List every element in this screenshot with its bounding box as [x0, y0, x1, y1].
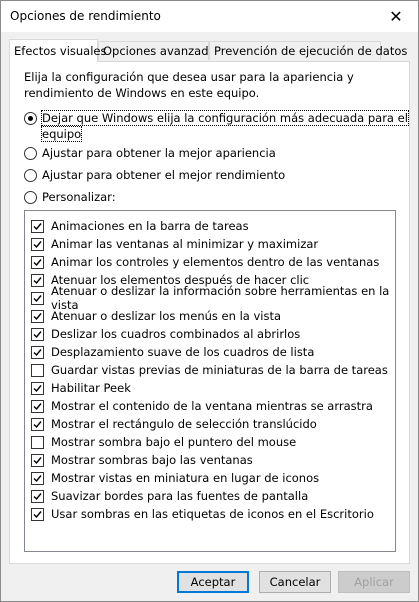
checkbox-checked[interactable] [31, 255, 44, 269]
checkmark-icon [33, 330, 42, 338]
checkbox-checked[interactable] [31, 471, 44, 485]
radio-button[interactable] [24, 191, 37, 204]
effect-item[interactable]: Mostrar el contenido de la ventana mient… [31, 397, 373, 415]
close-button[interactable]: ✕ [374, 1, 418, 32]
checkbox-checked[interactable] [31, 219, 44, 233]
radio-label: Ajustar para obtener el mejor rendimient… [42, 168, 286, 182]
checkbox-checked[interactable] [31, 453, 44, 467]
checkmark-icon [33, 276, 42, 284]
tab-data-execution-prevention[interactable]: Prevención de ejecución de datos [209, 41, 407, 60]
checkbox-checked[interactable] [31, 381, 44, 395]
checkbox-checked[interactable] [31, 417, 44, 431]
tab-visual-effects[interactable]: Efectos visuales [9, 39, 107, 62]
radio-button[interactable] [24, 147, 37, 160]
effect-item[interactable]: Animar las ventanas al minimizar y maxim… [31, 235, 318, 253]
effect-item[interactable]: Usar sombras en las etiquetas de iconos … [31, 505, 374, 523]
checkmark-icon [33, 456, 42, 464]
visual-effects-list[interactable]: Animaciones en la barra de tareas Animar … [24, 210, 396, 552]
effect-label: Mostrar vistas en miniatura en lugar de … [51, 471, 320, 485]
checkmark-icon [33, 222, 42, 230]
checkmark-icon [33, 420, 42, 428]
effect-label: Habilitar Peek [51, 381, 131, 395]
radio-label: Personalizar: [42, 190, 116, 204]
checkbox-checked[interactable] [31, 327, 44, 341]
tab-panel-visual-effects: Elija la configuración que desea usar pa… [9, 61, 410, 564]
effect-item[interactable]: Suavizar bordes para las fuentes de pant… [31, 487, 308, 505]
effect-label: Mostrar el rectángulo de selección trans… [51, 417, 317, 431]
effect-item[interactable]: Animaciones en la barra de tareas [31, 217, 249, 235]
effect-item[interactable]: Atenuar o deslizar la información sobre … [31, 284, 395, 312]
checkbox-checked[interactable] [31, 489, 44, 503]
effect-label: Deslizar los cuadros combinados al abrir… [51, 327, 301, 341]
effect-label: Animaciones en la barra de tareas [51, 219, 249, 233]
apply-button[interactable]: Aplicar [338, 571, 410, 593]
tab-label: Prevención de ejecución de datos [214, 44, 408, 58]
effect-item[interactable]: Desplazamiento suave de los cuadros de l… [31, 343, 314, 361]
tab-label: Opciones avanzadas [103, 44, 222, 58]
checkbox-checked[interactable] [31, 507, 44, 521]
window-title: Opciones de rendimiento [10, 9, 161, 23]
checkbox-unchecked[interactable] [31, 435, 44, 449]
checkbox-unchecked[interactable] [31, 363, 44, 377]
effect-label: Mostrar el contenido de la ventana mient… [51, 399, 373, 413]
checkbox-checked[interactable] [31, 237, 44, 251]
effect-item[interactable]: Animar los controles y elementos dentro … [31, 253, 379, 271]
intro-text: Elija la configuración que desea usar pa… [24, 70, 354, 100]
effect-label: Atenuar o deslizar los menús en la vista [51, 309, 282, 323]
title-bar: Opciones de rendimiento ✕ [1, 1, 418, 32]
checkmark-icon [33, 294, 42, 302]
checkbox-checked[interactable] [31, 399, 44, 413]
dialog-buttons: Aceptar Cancelar Aplicar [1, 571, 418, 595]
checkmark-icon [33, 348, 42, 356]
checkbox-checked[interactable] [31, 291, 44, 305]
radio-let-windows-choose[interactable]: Dejar que Windows elija la configuración… [24, 110, 409, 142]
radio-custom[interactable]: Personalizar: [24, 189, 116, 205]
checkmark-icon [33, 258, 42, 266]
accept-button[interactable]: Aceptar [177, 571, 249, 593]
effect-label: Mostrar sombra bajo el puntero del mouse [51, 435, 297, 449]
effect-item[interactable]: Atenuar o deslizar los menús en la vista [31, 307, 281, 325]
performance-options-dialog: Opciones de rendimiento ✕ Efectos visual… [0, 0, 419, 602]
effect-label: Animar los controles y elementos dentro … [51, 255, 380, 269]
effect-item[interactable]: Mostrar el rectángulo de selección trans… [31, 415, 317, 433]
effect-item[interactable]: Deslizar los cuadros combinados al abrir… [31, 325, 300, 343]
checkmark-icon [33, 492, 42, 500]
effect-item[interactable]: Mostrar sombras bajo las ventanas [31, 451, 253, 469]
cancel-button[interactable]: Cancelar [259, 571, 331, 593]
radio-best-appearance[interactable]: Ajustar para obtener la mejor apariencia [24, 145, 276, 161]
radio-label: Dejar que Windows elija la configuración… [40, 110, 409, 142]
checkbox-checked[interactable] [31, 273, 44, 287]
radio-button-selected[interactable] [24, 112, 37, 125]
checkmark-icon [33, 402, 42, 410]
checkmark-icon [33, 312, 42, 320]
checkbox-checked[interactable] [31, 345, 44, 359]
effect-item[interactable]: Mostrar sombra bajo el puntero del mouse [31, 433, 296, 451]
effect-label: Mostrar sombras bajo las ventanas [51, 453, 253, 467]
effect-item[interactable]: Guardar vistas previas de miniaturas de … [31, 361, 388, 379]
radio-label: Ajustar para obtener la mejor apariencia [42, 146, 276, 160]
effect-label: Usar sombras en las etiquetas de iconos … [51, 507, 374, 521]
effect-label: Guardar vistas previas de miniaturas de … [51, 363, 388, 377]
checkmark-icon [33, 240, 42, 248]
effect-label: Desplazamiento suave de los cuadros de l… [51, 345, 315, 359]
effect-item[interactable]: Habilitar Peek [31, 379, 131, 397]
checkbox-checked[interactable] [31, 309, 44, 323]
effect-item[interactable]: Mostrar vistas en miniatura en lugar de … [31, 469, 319, 487]
close-icon: ✕ [389, 7, 403, 26]
radio-best-performance[interactable]: Ajustar para obtener el mejor rendimient… [24, 167, 285, 183]
radio-button[interactable] [24, 169, 37, 182]
checkmark-icon [33, 510, 42, 518]
tab-label: Efectos visuales [14, 44, 107, 58]
checkmark-icon [33, 384, 42, 392]
checkmark-icon [33, 474, 42, 482]
tab-advanced-options[interactable]: Opciones avanzadas [98, 41, 222, 60]
effect-label: Suavizar bordes para las fuentes de pant… [51, 489, 309, 503]
effect-label: Animar las ventanas al minimizar y maxim… [51, 237, 319, 251]
